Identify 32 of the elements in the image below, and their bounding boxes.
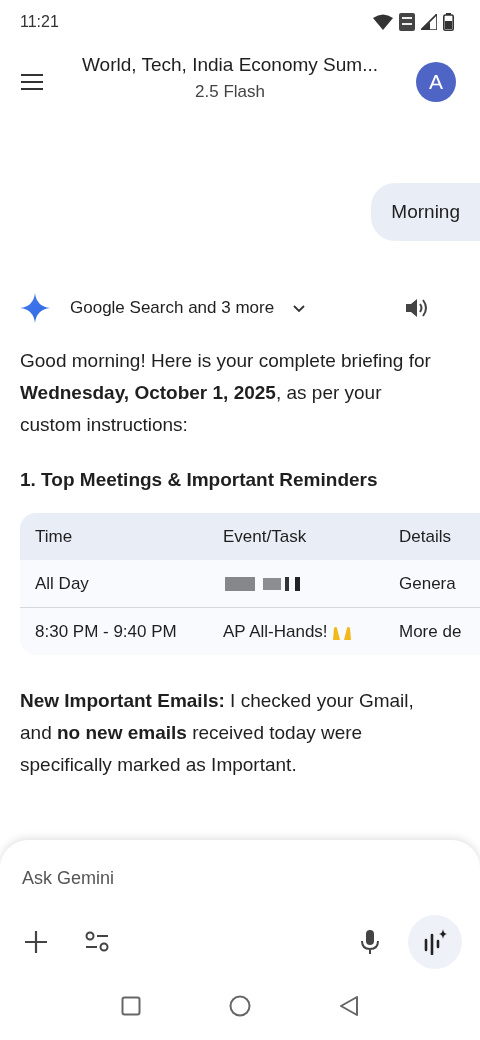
- microphone-button[interactable]: [360, 929, 380, 955]
- sparkle-icon: [20, 293, 50, 323]
- column-header: Time: [35, 526, 74, 547]
- input-field[interactable]: Ask Gemini: [22, 864, 458, 893]
- table-cell: AP All-Hands!: [223, 621, 328, 642]
- avatar-button[interactable]: A: [416, 62, 456, 102]
- back-icon[interactable]: [339, 995, 359, 1017]
- recent-apps-icon[interactable]: [121, 996, 141, 1016]
- volte-icon: [399, 13, 415, 31]
- chat-title: World, Tech, India Economy Sum...: [81, 54, 378, 76]
- wifi-icon: [373, 14, 393, 30]
- sound-bars-sparkle-icon: [423, 929, 447, 955]
- table-cell-text: All Day: [35, 573, 90, 594]
- signal-icon: [421, 14, 437, 30]
- table-cell-text: More de: [399, 621, 463, 642]
- sources-dropdown[interactable]: Google Search and 3 more: [70, 298, 404, 318]
- column-header: Details: [399, 526, 452, 547]
- user-message: Morning: [371, 183, 480, 241]
- section-heading: 1. Top Meetings & Important Reminders: [20, 469, 379, 491]
- status-time: 11:21: [20, 13, 59, 31]
- table-cell-text: Genera: [399, 573, 457, 594]
- column-header: Event/Task: [223, 526, 308, 547]
- add-button[interactable]: [24, 930, 48, 954]
- menu-button[interactable]: [20, 73, 44, 91]
- model-label[interactable]: 2.5 Flash: [195, 82, 265, 102]
- response-paragraph: Good morning! Here is your complete briefing for Wednesday, October 1, 2025, as per your custom instructions:: [20, 349, 432, 437]
- tools-button[interactable]: [84, 930, 110, 954]
- speaker-button[interactable]: [404, 297, 430, 319]
- table-cell-text: 8:30 PM - 9:40 PM: [35, 621, 178, 642]
- home-icon[interactable]: [229, 995, 251, 1017]
- battery-icon: [443, 13, 454, 31]
- response-paragraph: New Important Emails: I checked your Gmail, and no new emails received today were specifically marked as Important.: [20, 689, 415, 777]
